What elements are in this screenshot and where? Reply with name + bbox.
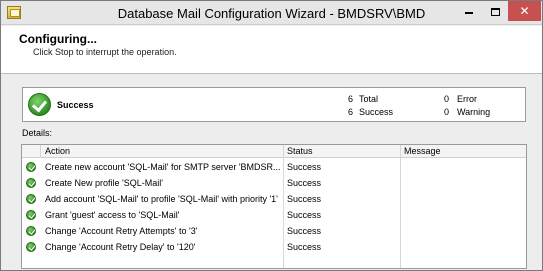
column-header-action[interactable]: Action xyxy=(45,146,70,158)
table-row[interactable]: Add account 'SQL-Mail' to profile 'SQL-M… xyxy=(22,191,526,207)
page-title: Configuring... xyxy=(19,32,97,46)
row-action: Grant 'guest' access to 'SQL-Mail' xyxy=(45,210,180,220)
close-icon: ✕ xyxy=(519,4,530,18)
row-status: Success xyxy=(287,178,322,188)
success-icon xyxy=(26,210,36,220)
row-action: Create New profile 'SQL-Mail' xyxy=(45,178,163,188)
row-status: Success xyxy=(287,194,322,204)
maximize-icon xyxy=(490,7,500,16)
summary-panel: Success 6 Total 6 Success 0 Error 0 Warn… xyxy=(22,87,526,122)
title-bar[interactable]: Database Mail Configuration Wizard - BMD… xyxy=(1,1,542,25)
success-icon xyxy=(26,242,36,252)
table-row[interactable]: Create New profile 'SQL-Mail' Success xyxy=(22,175,526,191)
details-grid[interactable]: Action Status Message Create new account… xyxy=(21,144,527,269)
table-row[interactable]: Grant 'guest' access to 'SQL-Mail' Succe… xyxy=(22,207,526,223)
minimize-icon xyxy=(465,12,473,15)
table-row[interactable]: Create new account 'SQL-Mail' for SMTP s… xyxy=(22,159,526,175)
column-header-status[interactable]: Status xyxy=(287,146,313,158)
maximize-button[interactable] xyxy=(482,1,508,21)
row-action: Add account 'SQL-Mail' to profile 'SQL-M… xyxy=(45,194,278,204)
row-status: Success xyxy=(287,210,322,220)
table-row[interactable]: Change 'Account Retry Attempts' to '3' S… xyxy=(22,223,526,239)
total-label: Total xyxy=(359,94,379,104)
row-action: Change 'Account Retry Delay' to '120' xyxy=(45,242,196,252)
wizard-header: Configuring... Click Stop to interrupt t… xyxy=(1,26,542,74)
row-status: Success xyxy=(287,162,322,172)
success-icon xyxy=(26,226,36,236)
success-label: Success xyxy=(359,107,394,117)
minimize-button[interactable] xyxy=(456,1,482,21)
page-subtitle: Click Stop to interrupt the operation. xyxy=(33,47,177,57)
column-header-message[interactable]: Message xyxy=(404,146,441,158)
error-count: 0 xyxy=(443,94,449,104)
warning-count: 0 xyxy=(443,107,449,117)
success-icon xyxy=(26,178,36,188)
grid-header: Action Status Message xyxy=(22,145,526,158)
column-separator xyxy=(40,145,41,158)
success-check-icon xyxy=(28,93,51,116)
row-action: Change 'Account Retry Attempts' to '3' xyxy=(45,226,198,236)
warning-label: Warning xyxy=(457,107,491,117)
row-status: Success xyxy=(287,242,322,252)
error-label: Error xyxy=(457,94,477,104)
row-status: Success xyxy=(287,226,322,236)
row-action: Create new account 'SQL-Mail' for SMTP s… xyxy=(45,162,281,172)
details-label: Details: xyxy=(22,128,53,138)
success-icon xyxy=(26,162,36,172)
close-button[interactable]: ✕ xyxy=(508,1,541,21)
wizard-window: Database Mail Configuration Wizard - BMD… xyxy=(0,0,543,271)
table-row[interactable]: Change 'Account Retry Delay' to '120' Su… xyxy=(22,239,526,255)
success-count: 6 xyxy=(347,107,353,117)
summary-status: Success xyxy=(57,100,94,110)
success-icon xyxy=(26,194,36,204)
total-count: 6 xyxy=(347,94,353,104)
